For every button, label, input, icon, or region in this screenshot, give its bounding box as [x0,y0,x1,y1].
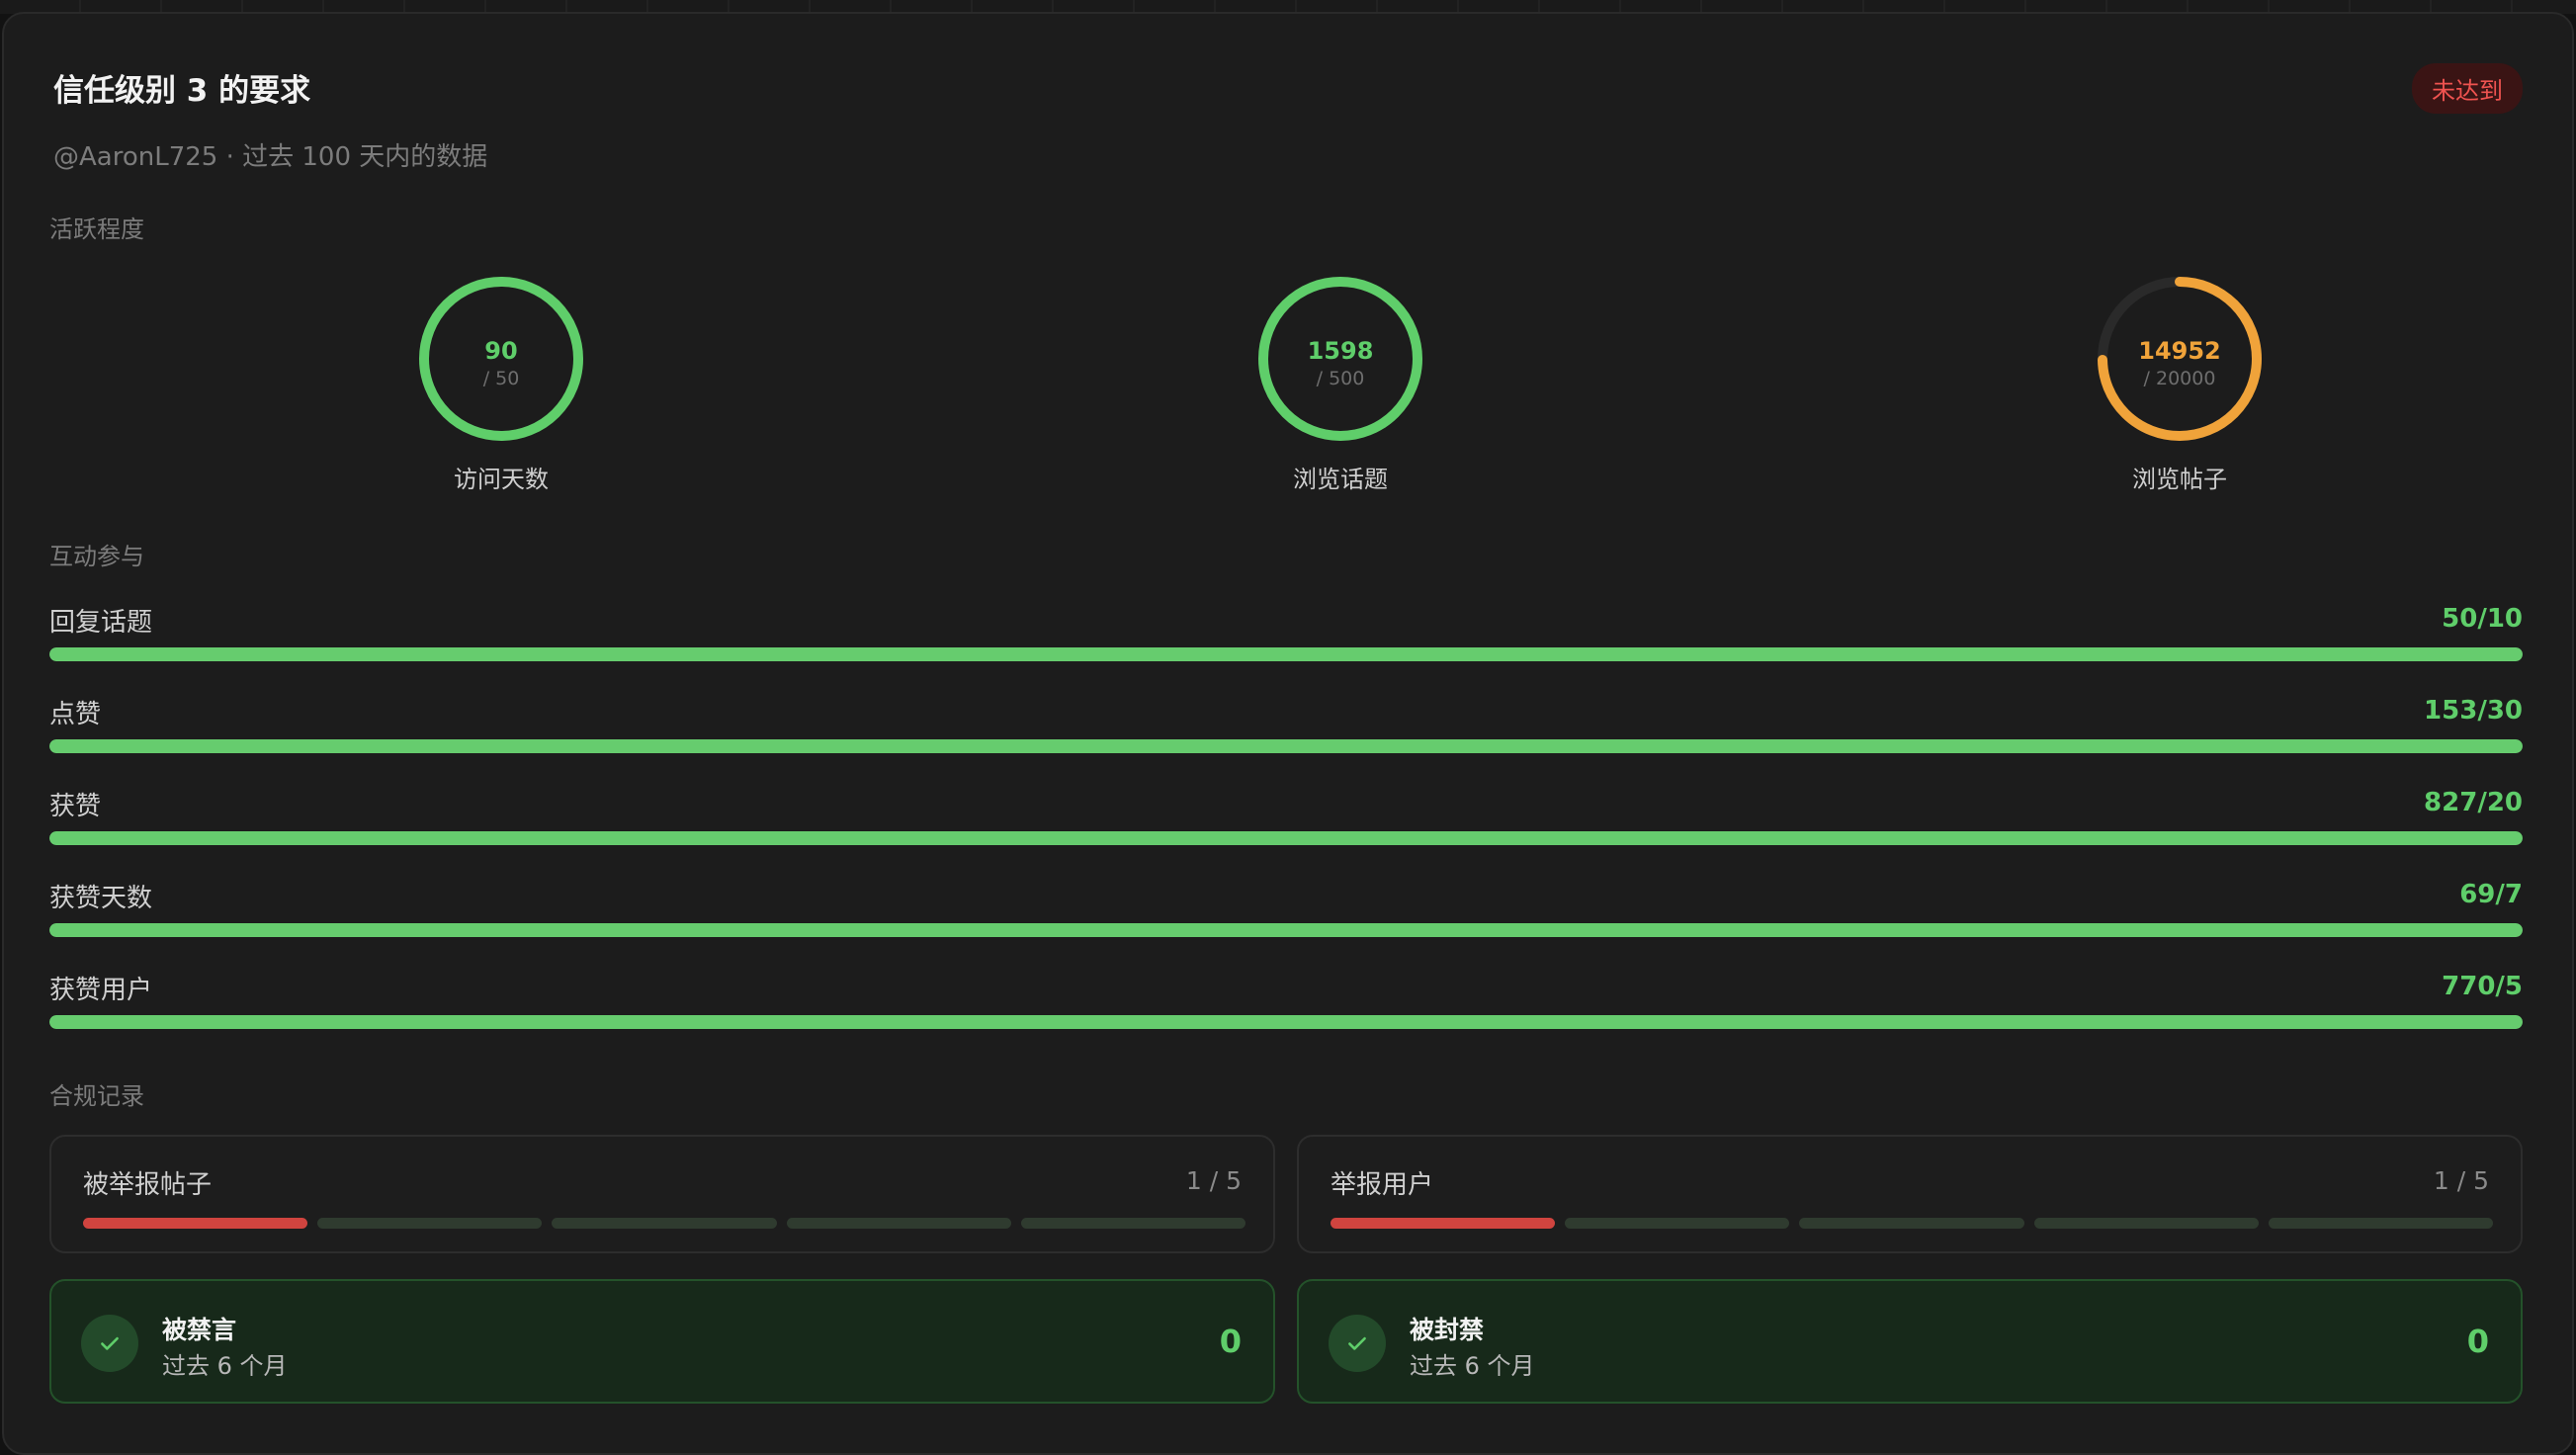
progress-track [49,923,2523,937]
progress-fill [49,647,2523,661]
progress-track [49,831,2523,845]
section-label-activity: 活跃程度 [49,215,144,243]
bar-row-replies: 回复话题 50/10 [49,598,2523,690]
progress-fill [49,739,2523,753]
ring-chart: 90 / 50 [419,277,583,441]
ban-title: 被禁言 [162,1316,237,1344]
suspended-card: 被封禁 过去 6 个月 0 [1297,1279,2523,1404]
bar-label: 获赞天数 [49,884,153,913]
ring-label: 访问天数 [454,466,549,493]
meter-segment [1020,1218,1246,1229]
ring-label: 浏览帖子 [2132,466,2227,493]
bar-value: 153/30 [2424,696,2523,726]
meter-segment [317,1218,543,1229]
bar-label: 获赞用户 [49,976,153,1005]
silenced-card: 被禁言 过去 6 个月 0 [49,1279,1275,1404]
progress-fill [49,831,2523,845]
section-label-interaction: 互动参与 [49,543,144,570]
ring-value: 90 [484,337,517,365]
ring-topics-viewed: 1598 / 500 浏览话题 [1212,272,1469,494]
ban-value: 0 [2466,1323,2489,1360]
meter-segment [552,1218,777,1229]
bar-value: 770/5 [2442,972,2523,1001]
comp-label: 被举报帖子 [83,1170,213,1200]
meter-segment [83,1218,308,1229]
ring-label: 浏览话题 [1293,466,1388,493]
bar-label: 点赞 [49,700,102,729]
bar-row-likes-received: 获赞 827/20 [49,782,2523,874]
reported-posts-card: 被举报帖子 1 / 5 [49,1135,1275,1253]
bar-label: 获赞 [49,792,102,821]
progress-track [49,739,2523,753]
comp-label: 举报用户 [1331,1170,1434,1200]
reported-users-card: 举报用户 1 / 5 [1297,1135,2523,1253]
bar-value: 69/7 [2459,880,2523,909]
interaction-bars: 回复话题 50/10 点赞 153/30 获赞 827/20 获赞天数 69/7… [49,598,2523,1058]
segment-meter [1331,1218,2494,1229]
ban-value: 0 [1219,1323,1242,1360]
bar-row-liked-users: 获赞用户 770/5 [49,966,2523,1058]
ring-value: 1598 [1308,337,1374,365]
meter-segment [1331,1218,1556,1229]
ring-chart: 1598 / 500 [1258,277,1422,441]
progress-track [49,1015,2523,1029]
ban-title: 被封禁 [1410,1316,1485,1344]
ring-max: / 50 [483,368,520,389]
meter-segment [786,1218,1011,1229]
subtitle: @AaronL725 · 过去 100 天内的数据 [53,142,488,172]
progress-fill [49,923,2523,937]
progress-track [49,647,2523,661]
bar-value: 827/20 [2424,788,2523,817]
bar-row-liked-days: 获赞天数 69/7 [49,874,2523,966]
ring-visit-days: 90 / 50 访问天数 [373,272,630,494]
meter-segment [2033,1218,2259,1229]
status-badge: 未达到 [2412,63,2523,114]
bar-label: 回复话题 [49,608,153,638]
check-icon [81,1315,138,1372]
check-icon [1329,1315,1386,1372]
comp-count: 1 / 5 [2433,1166,2489,1195]
ban-sub: 过去 6 个月 [1410,1352,1535,1380]
ban-sub: 过去 6 个月 [162,1352,288,1380]
section-label-compliance: 合规记录 [49,1082,144,1110]
bar-row-likes-given: 点赞 153/30 [49,690,2523,782]
meter-segment [1565,1218,1790,1229]
bar-value: 50/10 [2442,604,2523,634]
meter-segment [2268,1218,2494,1229]
meter-segment [1799,1218,2024,1229]
ring-max: / 20000 [2144,368,2216,389]
activity-rings: 90 / 50 访问天数 1598 / 500 浏览话题 14952 / 200… [49,272,2523,499]
ring-max: / 500 [1317,368,1365,389]
page-title: 信任级别 3 的要求 [53,73,311,109]
segment-meter [83,1218,1246,1229]
ring-posts-viewed: 14952 / 20000 浏览帖子 [2051,272,2308,494]
ring-value: 14952 [2138,337,2221,365]
progress-fill [49,1015,2523,1029]
ring-chart: 14952 / 20000 [2098,277,2262,441]
comp-count: 1 / 5 [1185,1166,1242,1195]
card-header: 信任级别 3 的要求 未达到 @AaronL725 · 过去 100 天内的数据 [53,14,2523,172]
